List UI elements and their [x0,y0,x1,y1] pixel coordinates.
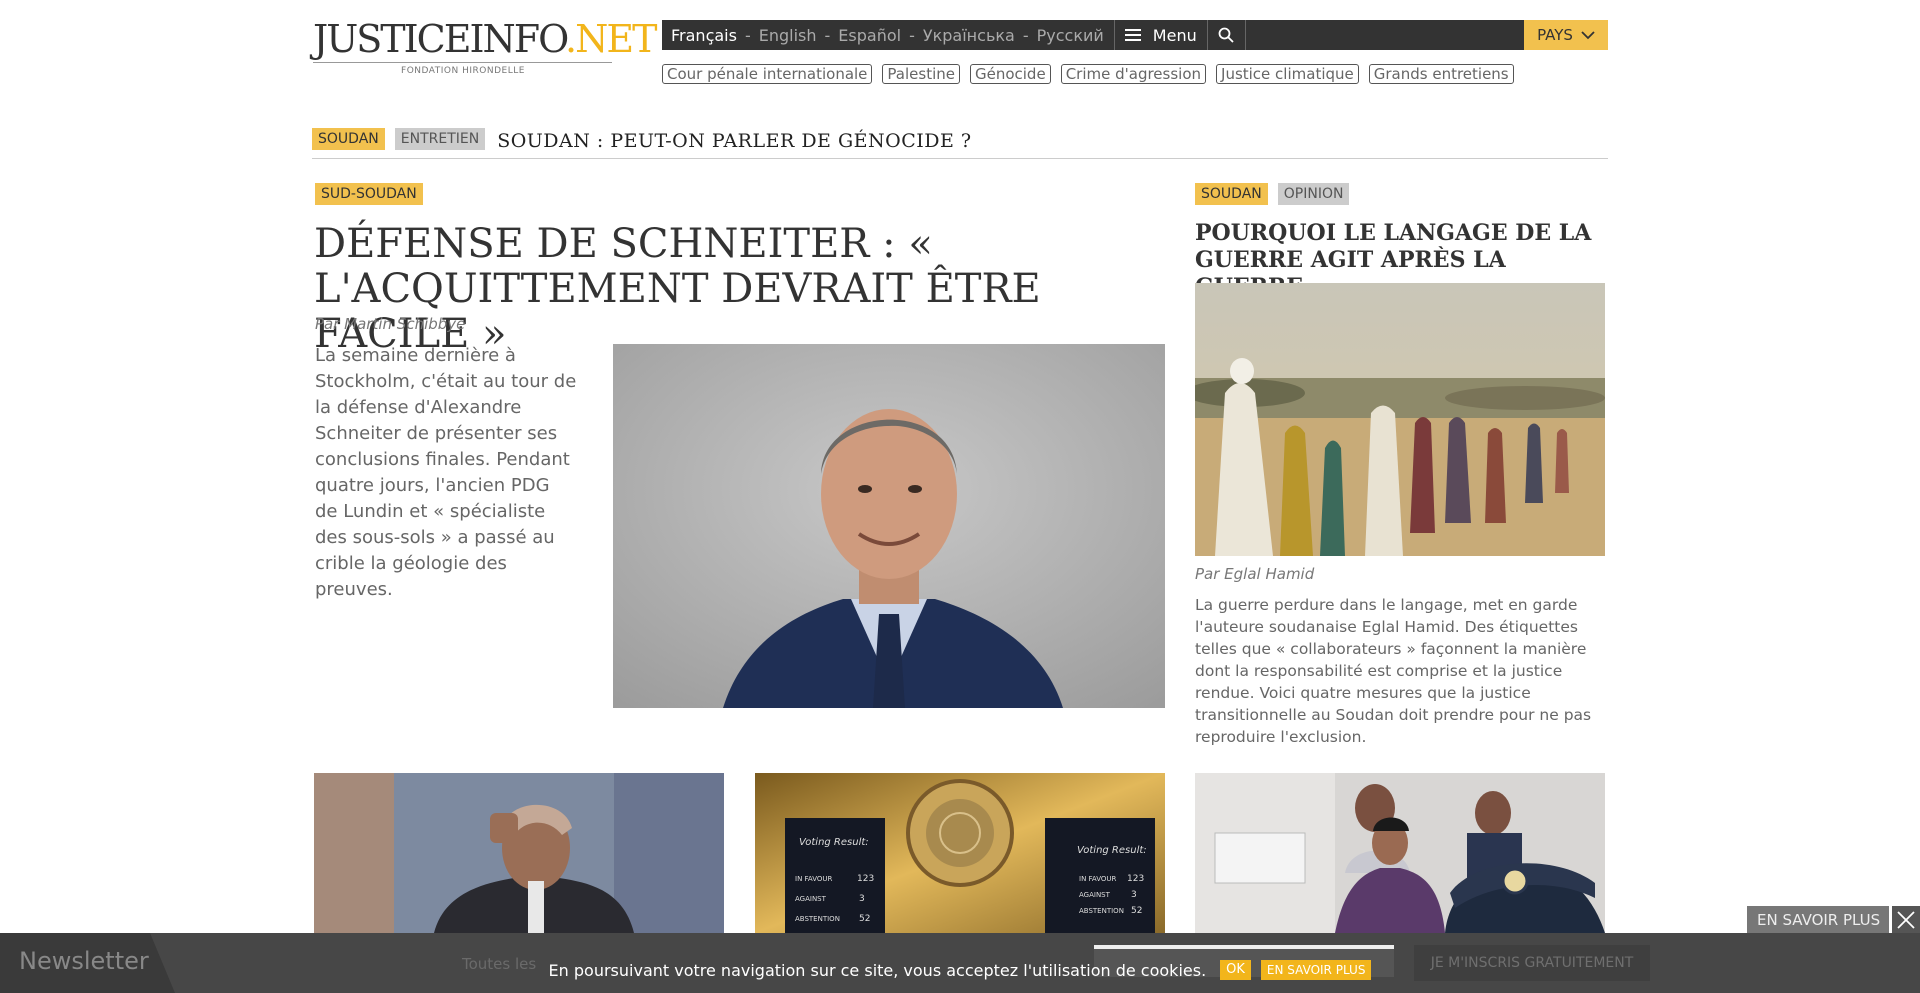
card-image-man-podium[interactable] [314,773,724,933]
un-board-right-row1-label: IN FAVOUR [1079,875,1117,883]
tag-genocide[interactable]: Génocide [969,64,1051,84]
main-article-title[interactable]: DÉFENSE DE SCHNEITER : « L'ACQUITTEMENT … [314,222,1174,357]
cookie-ok-button[interactable]: OK [1220,960,1251,980]
logo-subtitle: FONDATION HIRONDELLE [401,66,525,76]
tag-palestine[interactable]: Palestine [882,64,960,84]
breaking-country-badge[interactable]: SOUDAN [312,128,385,150]
main-article-image[interactable] [613,344,1165,708]
side-article-byline: Par Eglal Hamid [1195,565,1315,583]
card-image-un-voting-board[interactable]: Voting Result: IN FAVOUR 123 AGAINST 3 A… [755,773,1165,933]
tag-justice-climatique[interactable]: Justice climatique [1216,64,1359,84]
cookie-message: En poursuivant votre navigation sur ce s… [548,960,1207,980]
lang-russian[interactable]: Русский [1037,26,1104,45]
un-board-right-row3-value: 52 [1131,906,1142,916]
country-dropdown-label: PAYS [1537,26,1573,44]
lang-ukrainian[interactable]: Українська [923,26,1015,45]
newsletter-more-button[interactable]: EN SAVOIR PLUS [1747,906,1889,933]
un-board-right-row1-value: 123 [1127,874,1144,884]
card-image-courtroom[interactable] [1195,773,1605,933]
breaking-type-badge[interactable]: ENTRETIEN [394,128,486,150]
featured-headline-bar: SOUDAN ENTRETIEN SOUDAN : PEUT-ON PARLER… [312,128,1608,159]
un-board-right-row2-label: AGAINST [1079,891,1111,899]
lang-espanol[interactable]: Español [838,26,901,45]
main-article-badge[interactable]: SUD-SOUDAN [315,183,423,205]
lang-francais[interactable]: Français [671,26,737,45]
un-board-left-row1-value: 123 [857,874,874,884]
search-input[interactable] [1245,20,1524,50]
side-article-image[interactable] [1195,283,1605,556]
tag-grands-entretiens[interactable]: Grands entretiens [1368,64,1514,84]
search-icon [1218,27,1234,43]
tag-crime-agression[interactable]: Crime d'agression [1060,64,1207,84]
topic-tags: Cour pénale internationale Palestine Gén… [662,64,1514,84]
search-button[interactable] [1208,20,1246,50]
side-article-country-badge[interactable]: SOUDAN [1195,183,1268,205]
breaking-headline-link[interactable]: SOUDAN : PEUT-ON PARLER DE GÉNOCIDE ? [497,128,971,154]
lang-english[interactable]: English [759,26,817,45]
main-article-lead: La semaine dernière à Stockholm, c'était… [315,345,577,600]
un-board-left-row3-value: 52 [859,914,870,924]
logo-wordmark: JUSTICEINFO.NET [313,17,657,61]
cookie-more-button[interactable]: EN SAVOIR PLUS [1260,960,1372,980]
tag-cpi[interactable]: Cour pénale internationale [662,64,873,84]
language-switcher: Français - English - Español - Українськ… [671,25,1104,45]
un-board-left-row2-value: 3 [859,894,865,904]
un-board-left-row3-label: ABSTENTION [795,915,840,923]
un-board-right-row3-label: ABSTENTION [1079,907,1124,915]
un-board-left-row1-label: IN FAVOUR [795,875,833,883]
menu-label: Menu [1152,25,1197,45]
un-board-left-row2-label: AGAINST [795,895,827,903]
un-board-left-title: Voting Result: [799,837,869,848]
side-article-type-badge[interactable]: OPINION [1277,183,1350,205]
newsletter-close-button[interactable] [1892,906,1920,933]
side-article-lead: La guerre perdure dans le langage, met e… [1195,596,1592,746]
un-board-right-title: Voting Result: [1077,845,1147,856]
close-icon [1897,910,1915,929]
site-logo[interactable]: JUSTICEINFO.NET FONDATION HIRONDELLE [313,17,657,76]
un-board-right-row2-value: 3 [1131,890,1137,900]
cookie-banner: En poursuivant votre navigation sur ce s… [0,955,1920,985]
country-dropdown[interactable]: PAYS [1524,20,1608,50]
menu-button[interactable]: Menu [1113,20,1208,50]
top-navigation-bar: Français - English - Español - Українськ… [662,20,1608,50]
side-article-badges: SOUDAN OPINION [1195,183,1350,205]
hamburger-icon [1124,29,1141,41]
chevron-down-icon [1581,30,1595,39]
main-article-byline: Par Martin Schibbye [315,315,466,333]
